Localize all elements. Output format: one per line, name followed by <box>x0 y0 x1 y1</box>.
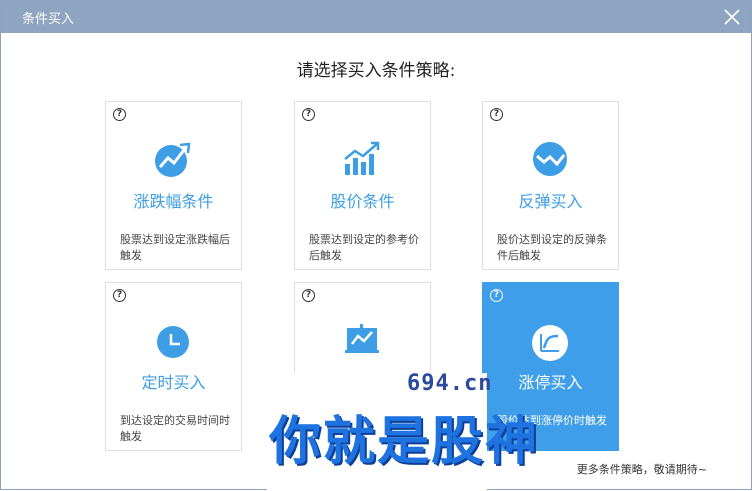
dialog-window: 条件买入 请选择买入条件策略: ? 涨跌幅条件 股票达到设定涨跌幅后触发 ? 股… <box>0 0 752 491</box>
page-title: 请选择买入条件策略: <box>296 61 456 81</box>
rebound-circle-icon <box>533 142 567 176</box>
title-bar[interactable]: 条件买入 <box>1 1 751 33</box>
window-title: 条件买入 <box>22 12 75 27</box>
help-icon[interactable]: ? <box>113 108 126 121</box>
help-icon[interactable]: ? <box>302 289 315 302</box>
chart-up-circle-icon <box>155 142 191 177</box>
card-label: 涨跌幅条件 <box>133 192 214 211</box>
limit-up-icon <box>532 325 568 361</box>
watermark-domain: 694.cn <box>407 371 493 396</box>
strategy-card-rebound[interactable]: ? 反弹买入 股价达到设定的反弹条件后触发 <box>482 101 619 270</box>
presentation-chart-icon <box>345 324 379 353</box>
card-description: 股票达到设定的参考价后触发 <box>309 233 419 262</box>
strategy-card-timed[interactable]: ? 定时买入 到达设定的交易时间时触发 <box>105 282 242 451</box>
help-icon[interactable]: ? <box>490 108 503 121</box>
help-icon[interactable]: ? <box>490 289 503 302</box>
clock-icon <box>157 326 189 358</box>
card-label: 定时买入 <box>141 373 206 392</box>
card-description: 股价达到设定的反弹条件后触发 <box>497 233 607 262</box>
watermark-logo: 你就是股神 <box>269 412 540 472</box>
help-icon[interactable]: ? <box>302 108 315 121</box>
help-icon[interactable]: ? <box>113 289 126 302</box>
strategy-card-stock-price[interactable]: ? 股价条件 股票达到设定的参考价后触发 <box>294 101 431 270</box>
bar-chart-icon <box>344 141 380 175</box>
card-description: 股票达到设定涨跌幅后触发 <box>120 233 230 262</box>
close-icon[interactable] <box>721 6 743 28</box>
more-strategies-text: 更多条件策略，敬请期待~ <box>576 463 707 476</box>
card-label: 涨停买入 <box>518 373 583 392</box>
card-label: 反弹买入 <box>518 192 583 211</box>
card-label: 股价条件 <box>330 192 395 211</box>
card-description: 到达设定的交易时间时触发 <box>120 414 230 443</box>
strategy-card-price-change[interactable]: ? 涨跌幅条件 股票达到设定涨跌幅后触发 <box>105 101 242 270</box>
